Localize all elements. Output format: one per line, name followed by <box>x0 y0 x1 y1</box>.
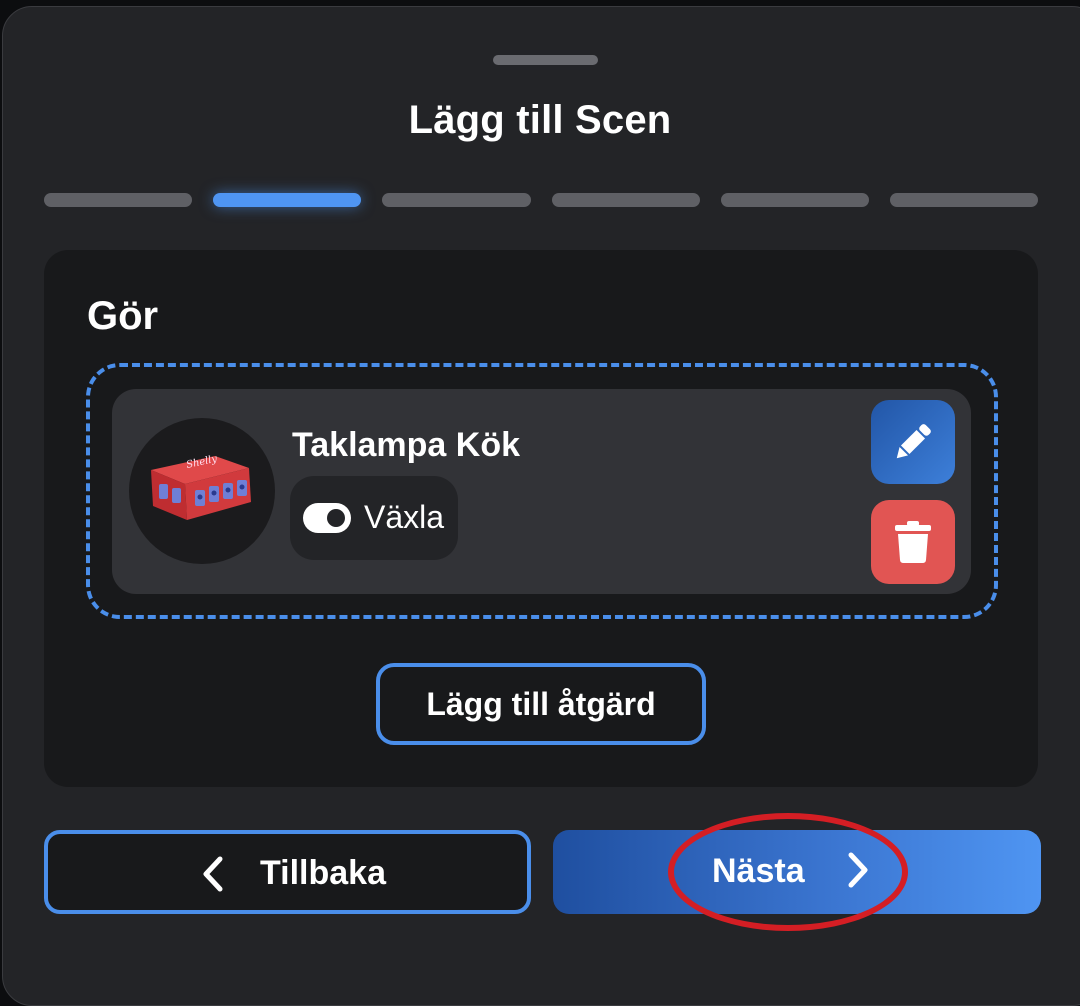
step-2-active <box>213 193 362 207</box>
back-button-label: Tillbaka <box>260 854 386 892</box>
back-button[interactable]: Tillbaka <box>44 830 531 914</box>
chevron-right-icon <box>848 852 868 888</box>
chevron-left-icon <box>203 856 223 892</box>
toggle-knob <box>327 509 345 527</box>
action-label: Växla <box>364 499 445 535</box>
action-chip: Växla <box>290 476 458 560</box>
action-card[interactable]: Shelly Taklampa Kök Växla <box>112 389 971 594</box>
toggle-icon <box>303 503 351 533</box>
pencil-icon <box>896 424 931 459</box>
actions-panel: Gör Shelly Taklampa Kök Växla Lägg till … <box>44 250 1038 787</box>
add-action-button[interactable]: Lägg till åtgärd <box>376 663 706 745</box>
dialog-title: Lägg till Scen <box>408 98 672 142</box>
step-3 <box>382 193 531 207</box>
step-1 <box>44 193 193 207</box>
drag-handle[interactable] <box>493 55 598 65</box>
edit-action-button[interactable] <box>871 400 955 484</box>
step-5 <box>720 193 869 207</box>
step-4 <box>551 193 700 207</box>
step-progress-indicator <box>44 193 1039 208</box>
next-button-label: Nästa <box>712 852 805 890</box>
trash-icon <box>895 521 931 563</box>
section-heading: Gör <box>87 294 159 338</box>
device-image: Shelly <box>129 418 275 564</box>
device-name: Taklampa Kök <box>292 426 521 464</box>
next-button[interactable]: Nästa <box>553 830 1041 914</box>
delete-action-button[interactable] <box>871 500 955 584</box>
step-6 <box>889 193 1039 207</box>
